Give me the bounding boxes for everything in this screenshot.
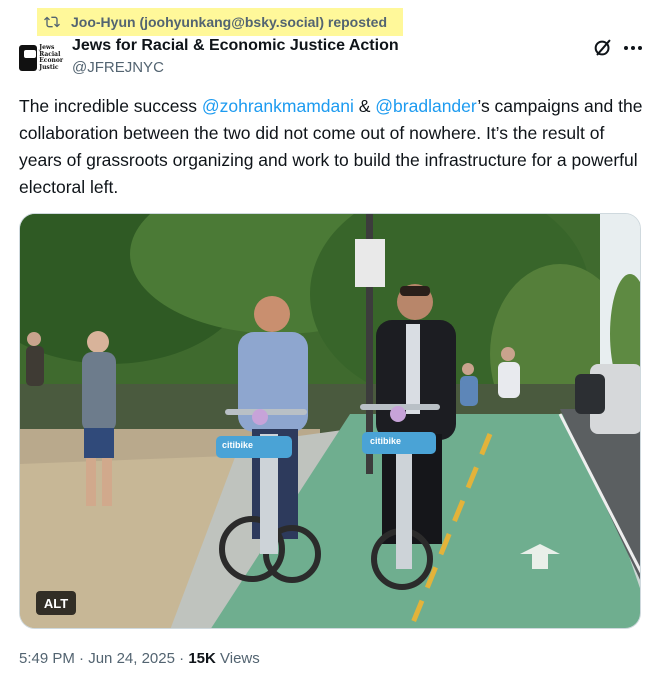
tweet-date[interactable]: Jun 24, 2025 (88, 650, 175, 667)
avatar-logo (19, 45, 38, 71)
tweet-photo[interactable]: citibike citibike (19, 213, 641, 629)
views-label: Views (215, 650, 260, 667)
avatar[interactable]: Jews Racial Econor Justic (19, 43, 63, 73)
tweet-meta: 5:49 PM · Jun 24, 2025 · 15K Views (19, 650, 260, 667)
mention-link[interactable]: @bradlander (375, 96, 477, 116)
bike-brand-label: citibike (370, 436, 402, 446)
repost-icon (43, 14, 61, 30)
avatar-logo-text: Jews Racial Econor Justic (39, 44, 63, 71)
mention-link[interactable]: @zohrankmamdani (202, 96, 354, 116)
photo-scene (20, 214, 640, 628)
meta-separator: · (74, 650, 89, 667)
author-handle[interactable]: @JFREJNYC (72, 59, 164, 76)
meta-separator: · (174, 650, 189, 667)
tweet-time[interactable]: 5:49 PM (19, 650, 75, 667)
more-icon[interactable] (622, 37, 644, 59)
repost-header[interactable]: Joo-Hyun (joohyunkang@bsky.social) repos… (37, 8, 403, 36)
tweet-text-part: & (353, 96, 376, 116)
bike-brand-label: citibike (222, 440, 254, 450)
views-count: 15K (188, 650, 216, 667)
repost-text: Joo-Hyun (joohyunkang@bsky.social) repos… (71, 14, 387, 30)
grok-icon[interactable] (592, 37, 614, 59)
alt-text-badge[interactable]: ALT (36, 591, 76, 615)
author-name[interactable]: Jews for Racial & Economic Justice Actio… (72, 37, 399, 55)
tweet-text-part: The incredible success (19, 96, 202, 116)
tweet-text: The incredible success @zohrankmamdani &… (19, 93, 644, 201)
